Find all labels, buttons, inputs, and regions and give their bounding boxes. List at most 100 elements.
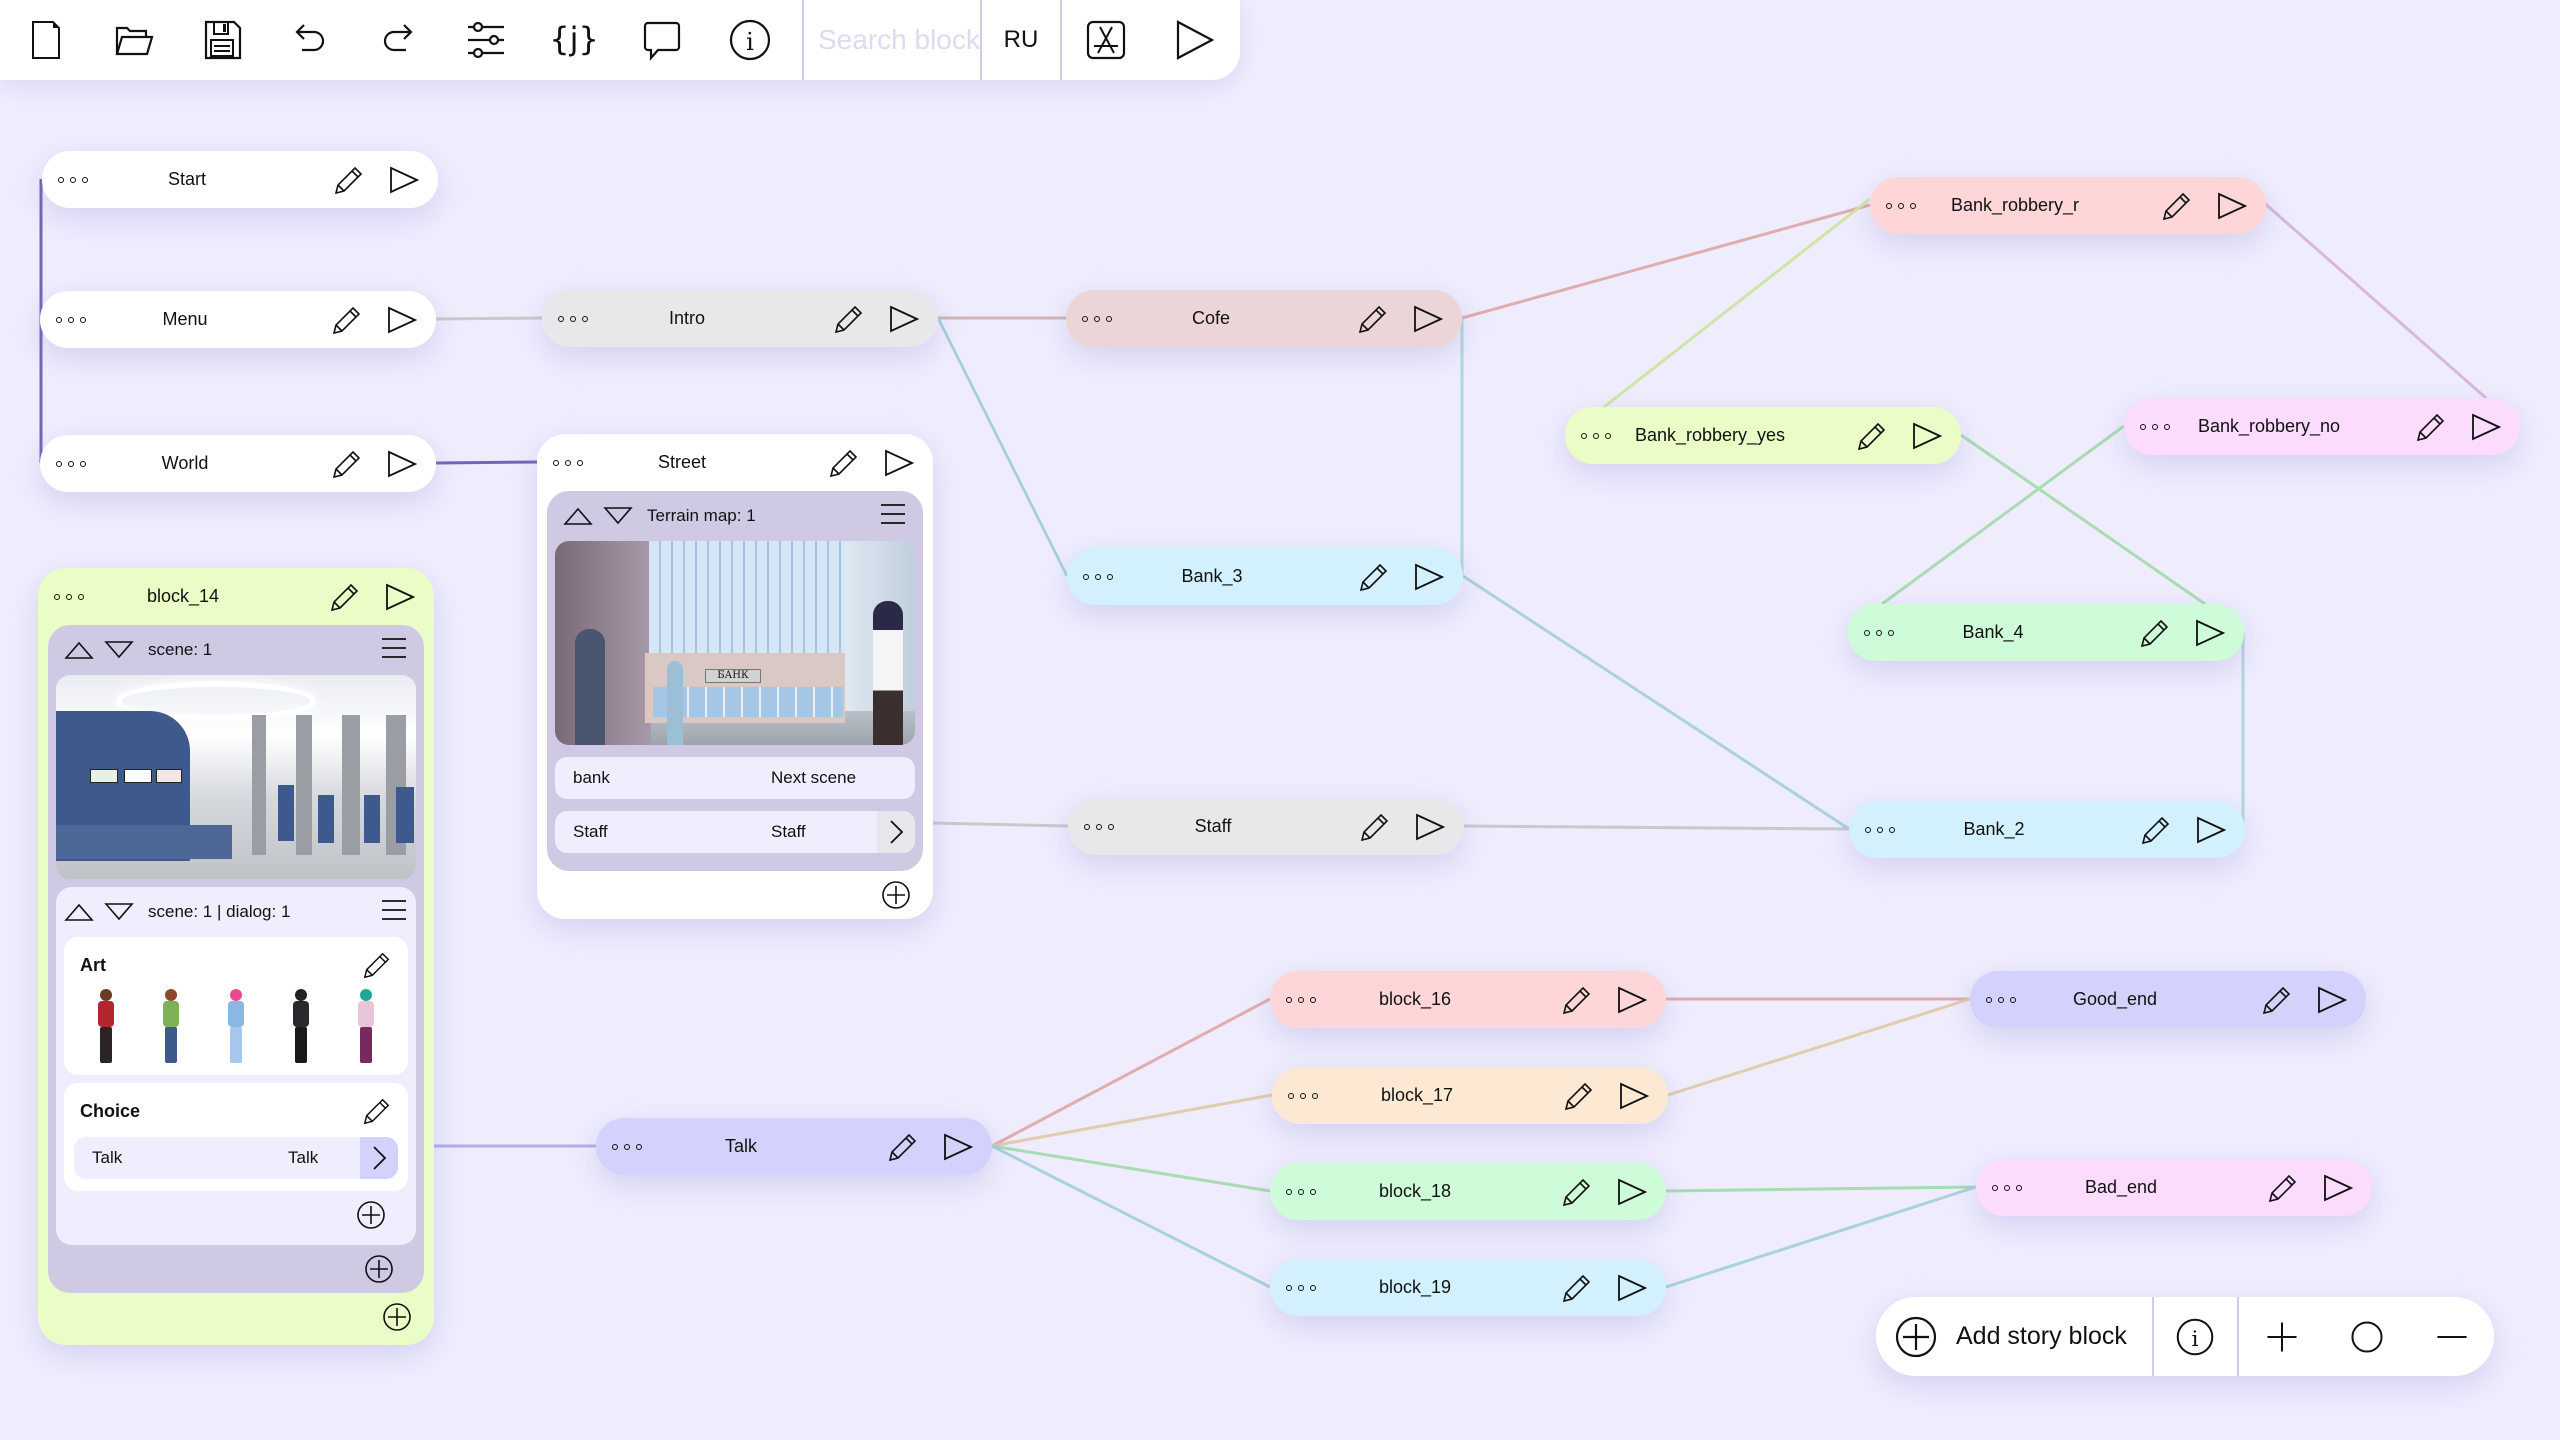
redo-button[interactable]	[354, 0, 442, 80]
edit-block-button[interactable]	[330, 447, 364, 481]
search-block-field[interactable]	[802, 0, 982, 80]
comment-button[interactable]	[618, 0, 706, 80]
info-button[interactable]: i	[706, 0, 794, 80]
undo-button[interactable]	[266, 0, 354, 80]
play-block-button[interactable]	[384, 447, 418, 481]
connection-bank-robbery-r-to-bank-robbery-yes[interactable]	[1603, 197, 1871, 409]
play-block-button[interactable]	[2468, 410, 2502, 444]
play-block-button[interactable]	[881, 446, 915, 480]
edit-block-button[interactable]	[2414, 410, 2448, 444]
play-block-button[interactable]	[1411, 560, 1445, 594]
connection-block-18-to-bad-end[interactable]	[1665, 1185, 1977, 1193]
story-block-block-16[interactable]: block_16	[1270, 971, 1666, 1028]
edit-block-button[interactable]	[832, 302, 866, 336]
play-block-button[interactable]	[386, 163, 420, 197]
story-block-bank-3[interactable]: Bank_3	[1067, 548, 1463, 605]
play-block-button[interactable]	[1410, 302, 1444, 336]
choice-row[interactable]: Talk Talk	[74, 1137, 398, 1179]
edit-block-button[interactable]	[1560, 1175, 1594, 1209]
move-up-icon[interactable]	[64, 903, 94, 921]
go-to-target-button[interactable]	[360, 1137, 398, 1179]
variables-button[interactable]: {j}	[530, 0, 618, 80]
play-block-button[interactable]	[2214, 189, 2248, 223]
move-down-icon[interactable]	[104, 903, 134, 921]
connection-cofe-to-bank-robbery-r[interactable]	[1461, 203, 1871, 320]
more-options-icon[interactable]	[612, 1143, 656, 1150]
more-options-icon[interactable]	[1084, 823, 1128, 830]
add-circle-icon[interactable]	[356, 1200, 386, 1230]
play-block-button[interactable]	[2193, 813, 2227, 847]
edit-block-button[interactable]	[1357, 560, 1391, 594]
story-block-street[interactable]: Street Terrain map: 1 БАНК bank Next sce	[537, 434, 933, 919]
story-block-bad-end[interactable]: Bad_end	[1976, 1159, 2372, 1216]
play-block-button[interactable]	[1909, 419, 1943, 453]
story-block-menu[interactable]: Menu	[40, 291, 436, 348]
more-options-icon[interactable]	[1865, 826, 1909, 833]
edit-block-button[interactable]	[2138, 616, 2172, 650]
connection-world-to-street[interactable]	[435, 460, 538, 465]
character-sprite[interactable]	[353, 989, 379, 1063]
move-up-icon[interactable]	[64, 641, 94, 659]
character-sprite[interactable]	[288, 989, 314, 1063]
story-block-block-17[interactable]: block_17	[1272, 1067, 1668, 1124]
more-options-icon[interactable]	[1286, 996, 1330, 1003]
play-block-button[interactable]	[1616, 1079, 1650, 1113]
play-block-button[interactable]	[940, 1130, 974, 1164]
more-options-icon[interactable]	[1992, 1184, 2036, 1191]
add-story-block-button[interactable]: Add story block	[1876, 1297, 2154, 1376]
terrain-link-row[interactable]: Staff Staff	[555, 811, 915, 853]
connection-bank-3-to-bank-2[interactable]	[1462, 574, 1850, 831]
more-options-icon[interactable]	[54, 593, 98, 600]
search-block-input[interactable]	[818, 24, 980, 56]
more-options-icon[interactable]	[1083, 573, 1127, 580]
more-options-icon[interactable]	[553, 459, 597, 466]
hamburger-menu-icon[interactable]	[380, 636, 408, 665]
connection-street-to-staff[interactable]	[931, 821, 1069, 828]
more-options-icon[interactable]	[1886, 202, 1930, 209]
play-block-button[interactable]	[2320, 1171, 2354, 1205]
zoom-in-button[interactable]	[2239, 1297, 2324, 1376]
connection-staff-to-bank-2[interactable]	[1463, 824, 1850, 831]
play-block-button[interactable]	[1614, 1175, 1648, 1209]
edit-block-button[interactable]	[332, 163, 366, 197]
story-block-staff[interactable]: Staff	[1068, 798, 1464, 855]
more-options-icon[interactable]	[1864, 629, 1908, 636]
play-block-button[interactable]	[384, 303, 418, 337]
story-block-world[interactable]: World	[40, 435, 436, 492]
story-block-block-19[interactable]: block_19	[1270, 1259, 1666, 1316]
pencil-icon[interactable]	[362, 950, 392, 980]
edit-block-button[interactable]	[330, 303, 364, 337]
edit-block-button[interactable]	[827, 446, 861, 480]
connection-talk-to-block-16[interactable]	[991, 997, 1271, 1148]
more-options-icon[interactable]	[1286, 1284, 1330, 1291]
story-block-intro[interactable]: Intro	[542, 290, 938, 347]
story-block-cofe[interactable]: Cofe	[1066, 290, 1462, 347]
pencil-icon[interactable]	[362, 1096, 392, 1126]
edit-block-button[interactable]	[2139, 813, 2173, 847]
connection-talk-to-block-17[interactable]	[991, 1093, 1273, 1148]
more-options-icon[interactable]	[1082, 315, 1126, 322]
play-button[interactable]	[1150, 0, 1238, 80]
character-sprite[interactable]	[158, 989, 184, 1063]
new-file-button[interactable]	[2, 0, 90, 80]
connection-bank-robbery-yes-to-bank-4[interactable]	[1960, 433, 2206, 606]
connection-bank-robbery-r-to-bank-robbery-no[interactable]	[2261, 199, 2487, 400]
add-circle-icon[interactable]	[881, 880, 911, 910]
terrain-link-row[interactable]: bank Next scene	[555, 757, 915, 799]
settings-button[interactable]	[442, 0, 530, 80]
more-options-icon[interactable]	[1286, 1188, 1330, 1195]
play-block-button[interactable]	[2192, 616, 2226, 650]
story-block-start[interactable]: Start	[42, 151, 438, 208]
story-block-bank-robbery-yes[interactable]: Bank_robbery_yes	[1565, 407, 1961, 464]
edit-block-button[interactable]	[2260, 983, 2294, 1017]
more-options-icon[interactable]	[1581, 432, 1625, 439]
hamburger-menu-icon[interactable]	[879, 502, 907, 531]
story-block-bank-2[interactable]: Bank_2	[1849, 801, 2245, 858]
edit-block-button[interactable]	[2266, 1171, 2300, 1205]
play-block-button[interactable]	[1614, 1271, 1648, 1305]
move-down-icon[interactable]	[104, 641, 134, 659]
more-options-icon[interactable]	[1986, 996, 2030, 1003]
connection-talk-to-block-19[interactable]	[991, 1144, 1271, 1289]
story-block-block-14[interactable]: block_14 scene: 1 scene: 1 | dialog: 1 A…	[38, 568, 434, 1345]
edit-block-button[interactable]	[1560, 1271, 1594, 1305]
